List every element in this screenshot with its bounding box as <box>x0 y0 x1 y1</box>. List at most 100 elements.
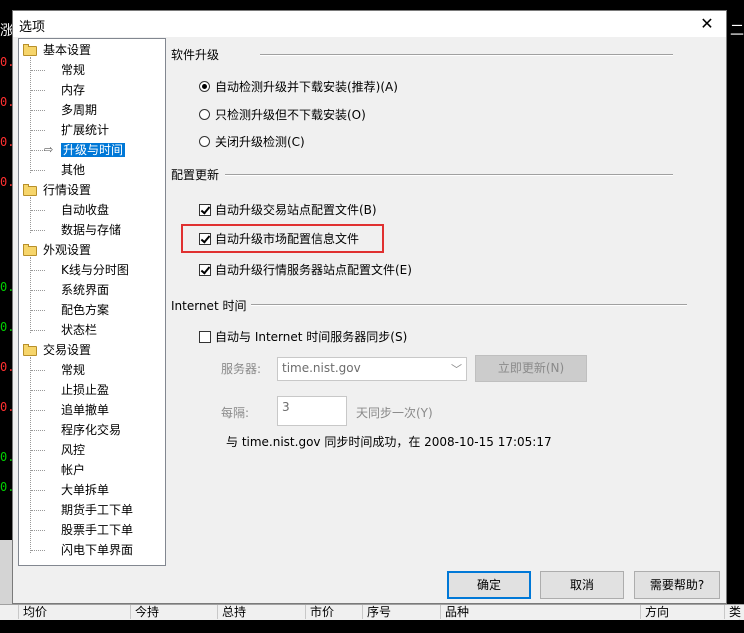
close-icon: ✕ <box>700 14 714 33</box>
tree-connector <box>31 110 45 111</box>
tree-connector <box>31 270 45 271</box>
tree-connector <box>31 450 45 451</box>
tree-item[interactable]: 程序化交易 <box>31 421 121 439</box>
ok-button[interactable]: 确定 <box>447 571 531 599</box>
tree-item-label: 追单撤单 <box>61 403 110 417</box>
server-label: 服务器: <box>221 362 262 376</box>
tree-item[interactable]: 期货手工下单 <box>31 501 133 519</box>
radio-button[interactable] <box>199 81 210 92</box>
section-divider <box>251 304 687 306</box>
tree-item-label: 股票手工下单 <box>61 523 134 537</box>
tree-item-label: 大单拆单 <box>61 483 110 497</box>
tree-item-label: 升级与时间 <box>61 143 126 157</box>
checkbox[interactable] <box>199 331 211 343</box>
tree-connector <box>30 197 31 233</box>
folder-icon <box>23 344 37 356</box>
settings-tree[interactable]: 基本设置 常规 内存 多周期 扩展统计 ⇨ 升级与时间 其他 行情设置 自动收盘 数据与存储 外观设置… <box>18 38 166 566</box>
tree-item[interactable]: 风控 <box>31 441 86 459</box>
update-now-button[interactable]: 立即更新(N) <box>475 355 587 382</box>
server-value: time.nist.gov <box>282 361 361 375</box>
tree-item[interactable]: 自动收盘 <box>31 201 109 219</box>
tree-item[interactable]: 帐户 <box>31 461 86 479</box>
options-dialog: 选项 ✕ 基本设置 常规 内存 多周期 扩展统计 ⇨ 升级与时间 其他 行情设置 自动收盘 数据与存… <box>12 10 727 604</box>
tree-item[interactable]: 大单拆单 <box>31 481 110 499</box>
tree-item[interactable]: 止损止盈 <box>31 381 110 399</box>
software-upgrade-label: 软件升级 <box>171 48 220 62</box>
tree-item-label: K线与分时图 <box>61 263 129 277</box>
tree-item-label: 数据与存储 <box>61 223 122 237</box>
tree-group-label: 基本设置 <box>43 43 92 57</box>
tree-connector <box>31 510 45 511</box>
tree-item-label: 多周期 <box>61 103 98 117</box>
interval-input[interactable]: 3 <box>277 396 347 426</box>
checkbox[interactable] <box>199 204 211 216</box>
tree-item-label: 配色方案 <box>61 303 110 317</box>
config-update-label: 配置更新 <box>171 168 220 182</box>
tree-item-label: 闪电下单界面 <box>61 543 134 557</box>
tree-item[interactable]: 扩展统计 <box>31 121 110 139</box>
tree-item[interactable]: 追单撤单 <box>31 401 110 419</box>
tree-item-label: 帐户 <box>61 463 86 477</box>
tree-connector <box>31 330 45 331</box>
tree-connector <box>31 470 45 471</box>
close-button[interactable]: ✕ <box>696 14 718 34</box>
folder-icon <box>23 184 37 196</box>
tree-item[interactable]: 常规 <box>31 361 85 379</box>
tree-item-label: 系统界面 <box>61 283 110 297</box>
tree-item[interactable]: 常规 <box>31 61 86 79</box>
tree-item-label: 内存 <box>61 83 86 97</box>
radio-button[interactable] <box>199 109 210 120</box>
section-divider <box>260 54 673 56</box>
section-divider <box>225 174 673 176</box>
tree-connector <box>31 130 45 131</box>
background-right-title: 二 <box>730 23 744 39</box>
cancel-button[interactable]: 取消 <box>540 571 624 599</box>
tree-item-label: 止损止盈 <box>61 383 110 397</box>
tree-item-label: 常规 <box>61 63 86 77</box>
tree-item[interactable]: 多周期 <box>31 101 98 119</box>
tree-item-label: 其他 <box>61 163 86 177</box>
tree-connector <box>31 550 45 551</box>
tree-item[interactable]: K线与分时图 <box>31 261 129 279</box>
tree-item[interactable]: 其他 <box>31 161 86 179</box>
tree-item[interactable]: 股票手工下单 <box>31 521 134 539</box>
tree-connector <box>31 90 45 91</box>
background-column-header: 序号 <box>362 605 391 619</box>
background-column-header: 品种 <box>440 605 469 619</box>
tree-connector <box>31 70 45 71</box>
tree-connector <box>31 530 45 531</box>
help-button[interactable]: 需要帮助? <box>634 571 720 599</box>
tree-item[interactable]: 系统界面 <box>31 281 110 299</box>
tree-item-label: 扩展统计 <box>61 123 110 137</box>
tree-item[interactable]: 数据与存储 <box>31 221 122 239</box>
background-column-header: 类型 <box>724 605 744 633</box>
tree-item[interactable]: 配色方案 <box>31 301 110 319</box>
checkbox[interactable] <box>199 264 211 276</box>
tree-connector <box>31 210 45 211</box>
folder-icon <box>23 44 37 56</box>
sync-status-text: 与 time.nist.gov 同步时间成功，在 2008-10-15 17:0… <box>226 435 552 449</box>
chevron-down-icon: ﹀ <box>451 363 462 376</box>
tree-connector <box>30 257 31 333</box>
background-column-header: 市价 <box>305 605 334 619</box>
tree-connector <box>30 57 31 173</box>
tree-item[interactable]: 内存 <box>31 81 86 99</box>
tree-item[interactable]: ⇨ 升级与时间 <box>31 141 126 159</box>
interval-label: 每隔: <box>221 406 250 420</box>
tree-group-label: 行情设置 <box>43 183 92 197</box>
server-select[interactable]: time.nist.gov ﹀ <box>277 357 467 381</box>
tree-connector <box>31 490 45 491</box>
interval-value: 3 <box>282 400 290 414</box>
background-column-header: 总持 <box>217 605 246 619</box>
background-column-header: 均价 <box>18 605 47 619</box>
radio-button[interactable] <box>199 136 210 147</box>
tree-item[interactable]: 状态栏 <box>31 321 97 339</box>
arrow-right-icon: ⇨ <box>44 143 54 156</box>
tree-item-label: 风控 <box>61 443 86 457</box>
background-column-header: 方向 <box>640 605 669 619</box>
internet-time-label: Internet 时间 <box>171 299 247 313</box>
red-highlight-annotation <box>181 224 384 253</box>
tree-group-label: 交易设置 <box>43 343 92 357</box>
folder-icon <box>23 244 37 256</box>
tree-item[interactable]: 闪电下单界面 <box>31 541 134 559</box>
